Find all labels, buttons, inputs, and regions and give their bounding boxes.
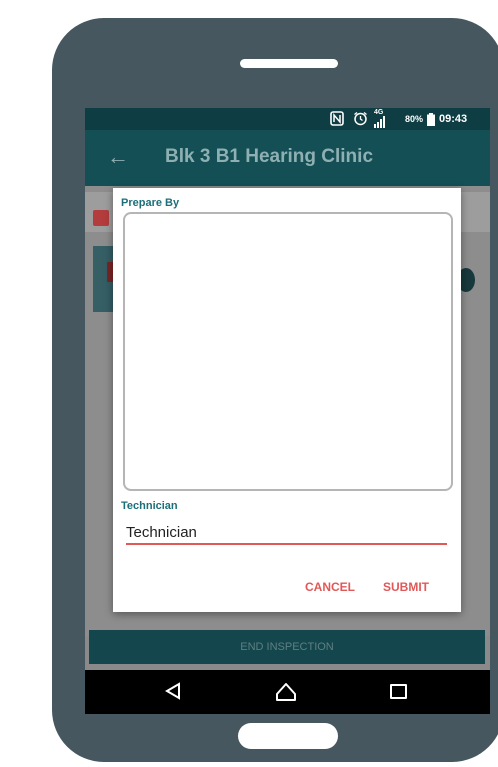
battery-icon	[427, 113, 435, 126]
status-time: 09:43	[439, 113, 468, 125]
network-type: 4G	[374, 109, 384, 116]
prepare-by-signature-area[interactable]	[123, 212, 453, 491]
submit-button[interactable]: SUBMIT	[383, 580, 429, 594]
nfc-icon	[330, 111, 344, 126]
app-screen: 4G 80% 09:43 ← Blk 3 B1 Hearing Clinic E…	[85, 108, 490, 714]
end-inspection-button[interactable]: END INSPECTION	[89, 630, 485, 664]
checkbox-icon	[93, 210, 109, 226]
technician-label: Technician	[121, 500, 178, 512]
nav-home-icon[interactable]	[275, 682, 297, 702]
page-title: Blk 3 B1 Hearing Clinic	[165, 146, 374, 167]
technician-input-underline	[126, 543, 447, 545]
technician-input[interactable]: Technician	[126, 524, 446, 541]
cancel-button[interactable]: CANCEL	[305, 580, 355, 594]
nav-back-icon[interactable]	[165, 682, 181, 700]
status-bar: 4G 80% 09:43	[85, 108, 490, 130]
prepare-by-dialog: Prepare By Technician Technician CANCEL …	[113, 188, 461, 612]
nav-recents-icon[interactable]	[390, 684, 407, 699]
back-arrow-icon[interactable]: ←	[107, 144, 129, 170]
battery-percent: 80%	[405, 114, 424, 124]
phone-home-button	[238, 723, 338, 749]
prepare-by-label: Prepare By	[121, 197, 180, 209]
signal-icon	[374, 116, 385, 128]
alarm-icon	[354, 111, 367, 126]
app-bar: ← Blk 3 B1 Hearing Clinic	[85, 130, 490, 186]
android-nav-bar	[85, 670, 490, 714]
phone-speaker	[240, 59, 338, 68]
